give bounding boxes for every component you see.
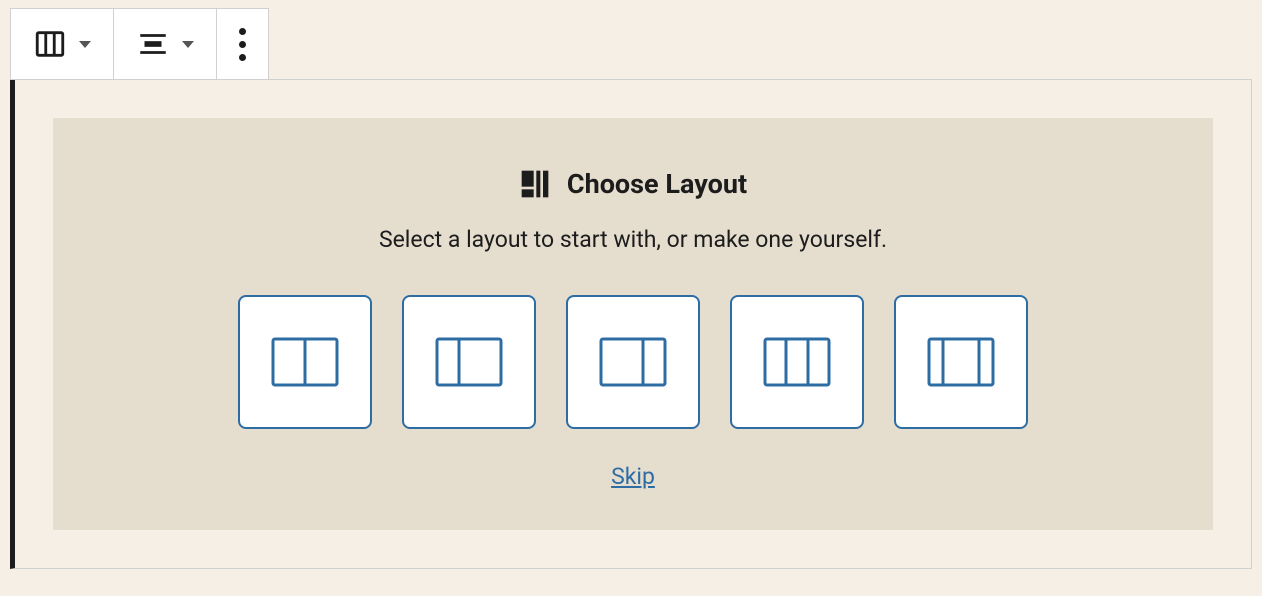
layout-placeholder: Choose Layout Select a layout to start w… <box>53 118 1213 530</box>
block-toolbar <box>10 8 269 80</box>
columns-block-button[interactable] <box>11 9 114 79</box>
two-thirds-one-third-icon <box>599 337 667 387</box>
placeholder-header: Choose Layout <box>93 168 1173 200</box>
one-third-two-thirds-icon <box>435 337 503 387</box>
placeholder-title: Choose Layout <box>567 168 747 200</box>
layout-wide-center[interactable] <box>894 295 1028 429</box>
placeholder-description: Select a layout to start with, or make o… <box>93 226 1173 253</box>
wide-center-icon <box>927 337 995 387</box>
align-center-icon <box>136 27 170 61</box>
skip-link[interactable]: Skip <box>611 463 655 490</box>
chevron-down-icon <box>79 41 91 48</box>
layout-three-equal[interactable] <box>730 295 864 429</box>
layout-two-equal[interactable] <box>238 295 372 429</box>
columns-icon <box>33 27 67 61</box>
chevron-down-icon <box>182 41 194 48</box>
three-equal-icon <box>763 337 831 387</box>
columns-block: Choose Layout Select a layout to start w… <box>10 79 1252 569</box>
layout-one-third-two-thirds[interactable] <box>402 295 536 429</box>
align-button[interactable] <box>114 9 217 79</box>
layout-two-thirds-one-third[interactable] <box>566 295 700 429</box>
layout-icon <box>519 168 551 200</box>
two-equal-icon <box>271 337 339 387</box>
more-options-button[interactable] <box>217 9 268 79</box>
more-vertical-icon <box>239 28 246 61</box>
layout-options <box>93 295 1173 429</box>
